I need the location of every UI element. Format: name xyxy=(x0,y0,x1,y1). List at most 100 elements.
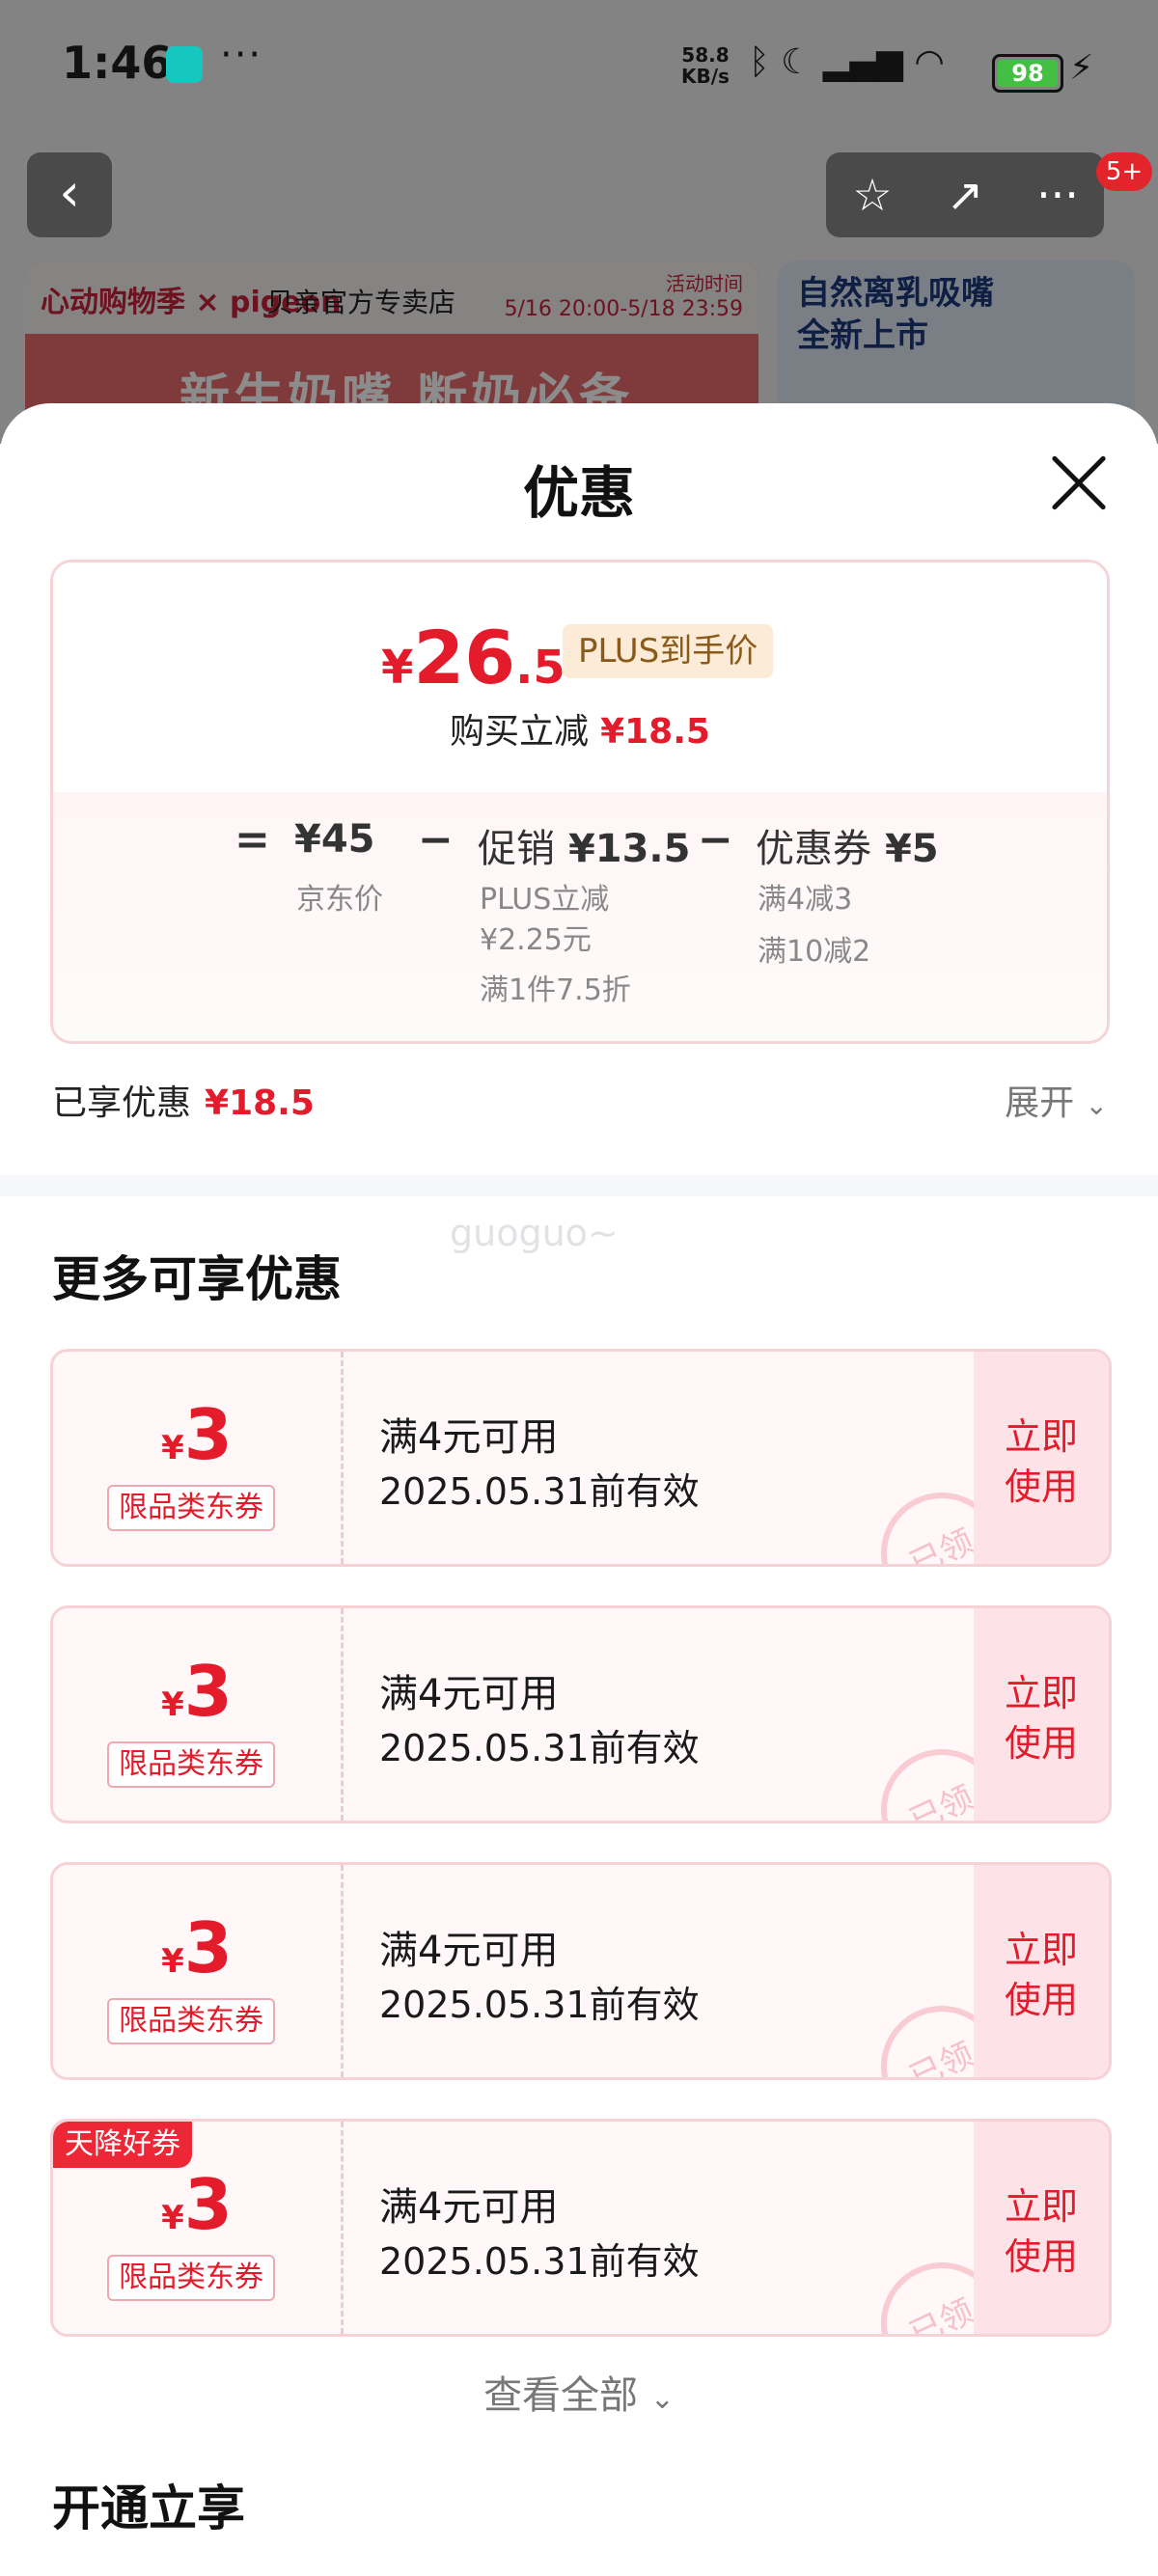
expand-label: 展开 xyxy=(1005,1083,1075,1123)
chevron-left-icon: ‹ xyxy=(59,162,80,223)
coupon-card: ¥3 限品类东券 天降好券 满4元可用 2025.05.31前有效 已领 立即使… xyxy=(50,2119,1112,2337)
coupon-type: 限品类东券 xyxy=(107,2255,275,2301)
coupon-currency: ¥ xyxy=(161,1942,184,1981)
close-icon[interactable] xyxy=(1048,452,1110,513)
share-button[interactable]: ↗ xyxy=(919,152,1011,237)
status-icons: ᛒ ☾ ▂▄▆ ◠ xyxy=(749,42,945,82)
coupon-amount-value: 3 xyxy=(183,1651,233,1732)
coupon-separator xyxy=(341,1865,344,2077)
coupon-amount: ¥3 xyxy=(53,2164,341,2245)
more-notifications-icon: ··· xyxy=(220,33,263,77)
price-integer: 26 xyxy=(413,615,516,700)
coupon-separator xyxy=(341,2122,344,2334)
coupon-validity: 2025.05.31前有效 xyxy=(379,1470,700,1513)
instant-reduction: 购买立减 ¥18.5 xyxy=(53,703,1107,754)
battery-level: 98 xyxy=(1011,60,1044,87)
coupon-amount: ¥3 xyxy=(53,1394,341,1475)
background-page: 心动购物季 × pigeon 贝亲官方专卖店 活动时间 5/16 20:00-5… xyxy=(0,0,1158,444)
coupon-rule-1: 满4减3 xyxy=(758,883,853,917)
reduction-label: 购买立减 xyxy=(450,712,590,752)
app-notification-icon xyxy=(166,46,203,83)
equals-sign: = xyxy=(234,815,270,864)
share-icon: ↗ xyxy=(946,169,984,221)
view-all-button[interactable]: 查看全部 ⌄ xyxy=(0,2364,1158,2420)
coupon-validity: 2025.05.31前有效 xyxy=(379,1984,700,2026)
use-coupon-label: 立即使用 xyxy=(1004,1929,1078,2021)
price-currency: ¥ xyxy=(381,641,414,695)
coupon-validity: 2025.05.31前有效 xyxy=(379,1727,700,1769)
enjoyed-discount: 已享优惠 ¥18.5 xyxy=(52,1075,315,1125)
coupon-validity: 2025.05.31前有效 xyxy=(379,2240,700,2283)
coupon-condition: 满4元可用 xyxy=(379,1929,559,1973)
battery-icon: 98 xyxy=(992,54,1063,93)
coupon-value-area: ¥3 限品类东券 xyxy=(53,1865,341,2077)
promo-plus-reduce: PLUS立减 xyxy=(480,883,610,917)
star-icon: ☆ xyxy=(852,169,893,221)
minus-sign: − xyxy=(698,815,733,864)
enjoyed-label: 已享优惠 xyxy=(52,1083,192,1123)
coupon-type: 限品类东券 xyxy=(107,1485,275,1531)
chevron-down-icon: ⌄ xyxy=(1085,1089,1108,1121)
coupon-value: ¥5 xyxy=(884,827,939,871)
plus-price-tag: PLUS到手价 xyxy=(563,624,774,678)
coupon-condition: 满4元可用 xyxy=(379,1415,559,1460)
coupon-separator xyxy=(341,1608,344,1821)
use-coupon-label: 立即使用 xyxy=(1004,1672,1078,1765)
status-time: 1:46 xyxy=(62,37,173,89)
more-button[interactable]: ··· xyxy=(1011,152,1104,237)
promo-discount: 满1件7.5折 xyxy=(480,973,631,1007)
favorite-button[interactable]: ☆ xyxy=(826,152,919,237)
network-speed-unit: KB/s xyxy=(681,65,730,88)
nav-action-group: ☆ ↗ ··· xyxy=(826,152,1104,237)
watermark: guoguo~ xyxy=(450,1212,619,1254)
final-price-section: ¥26.5 PLUS到手价 购买立减 ¥18.5 xyxy=(53,562,1107,792)
coupon-currency: ¥ xyxy=(161,1429,184,1467)
coupon-amount: ¥3 xyxy=(53,1907,341,1988)
price-decimal: .5 xyxy=(515,641,565,695)
membership-section-title: 开通立享 xyxy=(52,2480,245,2536)
section-divider xyxy=(0,1175,1158,1196)
coupon-rule-2: 满10减2 xyxy=(758,935,871,969)
view-all-label: 查看全部 xyxy=(483,2373,639,2418)
enjoyed-value: ¥18.5 xyxy=(205,1083,315,1123)
use-coupon-button[interactable]: 立即使用 xyxy=(974,1352,1109,1564)
reduction-value: ¥18.5 xyxy=(600,712,710,752)
coupon-card: ¥3 限品类东券 满4元可用 2025.05.31前有效 已领 立即使用 xyxy=(50,1862,1112,2080)
coupon-value-area: ¥3 限品类东券 xyxy=(53,1608,341,1821)
signal-icon: ▂▄▆ xyxy=(822,42,903,82)
promo-plus-amount: ¥2.25元 xyxy=(480,923,592,957)
promo-value: ¥13.5 xyxy=(567,827,691,871)
chevron-down-icon: ⌄ xyxy=(649,2382,675,2416)
message-badge: 5+ xyxy=(1096,152,1152,191)
price-calculation: = ¥45 京东价 − 促销 ¥13.5 PLUS立减 ¥2.25元 满1件7.… xyxy=(53,792,1107,1041)
sheet-title: 优惠 xyxy=(522,460,635,526)
use-coupon-label: 立即使用 xyxy=(1004,1415,1078,1508)
coupon-value-area: ¥3 限品类东券 xyxy=(53,1352,341,1564)
coupon-currency: ¥ xyxy=(161,1685,184,1724)
status-bar: 1:46 ··· 58.8 KB/s ᛒ ☾ ▂▄▆ ◠ 98 ⚡ xyxy=(0,0,1158,125)
coupon-amount-value: 3 xyxy=(183,2164,233,2245)
back-button[interactable]: ‹ xyxy=(27,152,112,237)
coupon-separator xyxy=(341,1352,344,1564)
use-coupon-label: 立即使用 xyxy=(1004,2185,1078,2278)
more-icon: ··· xyxy=(1036,169,1079,221)
coupon-label: 优惠券 xyxy=(756,827,871,871)
discount-sheet: 优惠 ¥26.5 PLUS到手价 购买立减 ¥18.5 = ¥45 京东价 − 促… xyxy=(0,403,1158,2576)
promo: 促销 ¥13.5 xyxy=(478,817,690,873)
wifi-icon: ◠ xyxy=(914,42,945,82)
expand-button[interactable]: 展开 ⌄ xyxy=(1005,1075,1108,1125)
use-coupon-button[interactable]: 立即使用 xyxy=(974,1865,1109,2077)
use-coupon-button[interactable]: 立即使用 xyxy=(974,2122,1109,2334)
network-speed-value: 58.8 xyxy=(681,43,730,67)
more-discounts-title: 更多可享优惠 xyxy=(52,1251,342,1307)
moon-icon: ☾ xyxy=(781,42,813,82)
coupon-amount-value: 3 xyxy=(183,1907,233,1988)
coupon-amount: ¥3 xyxy=(53,1651,341,1732)
final-price: ¥26.5 xyxy=(381,615,565,700)
coupon-card: ¥3 限品类东券 满4元可用 2025.05.31前有效 已领 立即使用 xyxy=(50,1605,1112,1823)
lucky-coupon-tag: 天降好券 xyxy=(53,2122,192,2168)
coupon-total: 优惠券 ¥5 xyxy=(756,817,939,873)
coupon-condition: 满4元可用 xyxy=(379,1672,559,1716)
bluetooth-icon: ᛒ xyxy=(749,42,770,82)
use-coupon-button[interactable]: 立即使用 xyxy=(974,1608,1109,1821)
